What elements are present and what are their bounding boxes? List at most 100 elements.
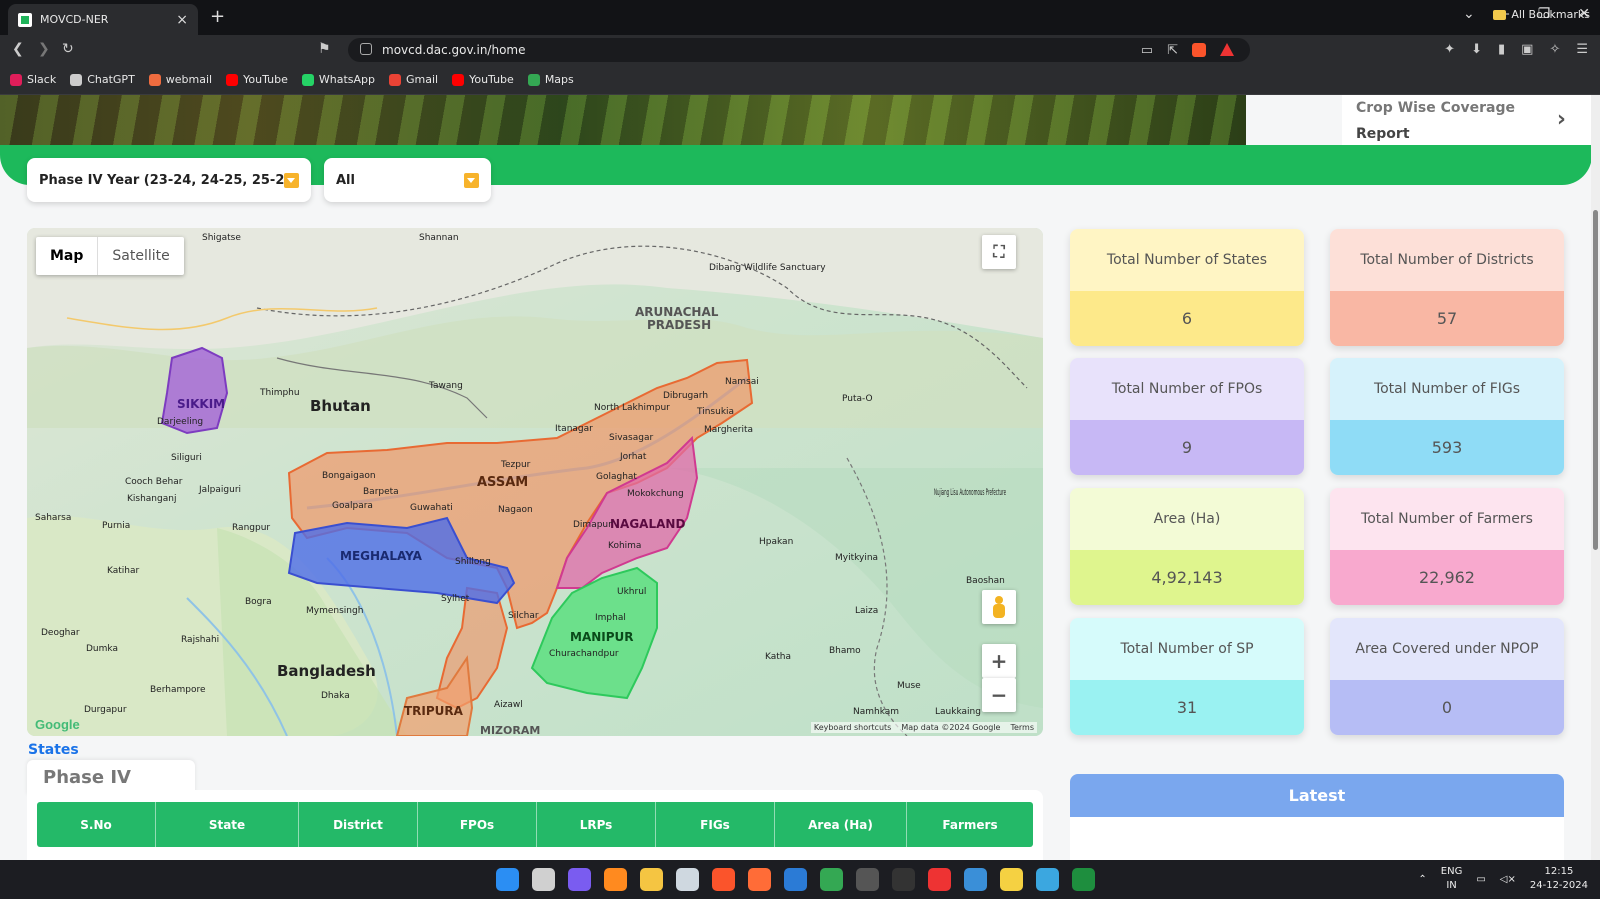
bookmark-label: YouTube — [469, 73, 514, 86]
leo-icon[interactable]: ✧ — [1549, 42, 1560, 57]
bookmark-item[interactable]: Slack — [10, 73, 56, 86]
latest-panel: Latest — [1070, 774, 1564, 860]
cast-icon[interactable]: ▭ — [1141, 43, 1153, 58]
map-label-kishanganj: Kishanganj — [127, 494, 176, 504]
language-indicator[interactable]: ENG IN — [1441, 865, 1463, 893]
map-label-tezpur: Tezpur — [500, 460, 531, 470]
firefox-icon[interactable] — [604, 868, 627, 891]
column-header[interactable]: S.No — [37, 802, 156, 847]
keyboard-shortcuts-link[interactable]: Keyboard shortcuts — [814, 723, 891, 732]
network-icon[interactable]: ▭ — [1476, 874, 1485, 885]
clock-time: 12:15 — [1544, 866, 1574, 877]
zoom-in-button[interactable]: + — [982, 644, 1016, 678]
back-icon[interactable]: ❮ — [12, 41, 24, 57]
stat-value: 31 — [1070, 680, 1304, 735]
brave-icon[interactable] — [712, 868, 735, 891]
map-label-muse: Muse — [897, 681, 921, 691]
crop-wise-coverage-report-card[interactable]: Crop Wise Coverage Report › — [1342, 95, 1592, 145]
notepad-icon[interactable] — [1036, 868, 1059, 891]
downloads-icon[interactable]: ⬇ — [1471, 42, 1482, 57]
excel-icon[interactable] — [1072, 868, 1095, 891]
clock-app-icon[interactable] — [676, 868, 699, 891]
brave-rewards-icon[interactable] — [1220, 43, 1234, 56]
clock[interactable]: 12:15 24-12-2024 — [1530, 865, 1588, 893]
reload-icon[interactable]: ↻ — [62, 41, 74, 57]
menu-icon[interactable]: ☰ — [1576, 42, 1588, 57]
bookmark-item[interactable]: Maps — [527, 73, 574, 86]
bookmark-item[interactable]: WhatsApp — [301, 73, 375, 86]
site-info-icon[interactable] — [360, 43, 372, 55]
chrome-icon[interactable] — [820, 868, 843, 891]
street-view-pegman-icon[interactable] — [982, 590, 1016, 624]
column-header[interactable]: Area (Ha) — [775, 802, 907, 847]
start-icon[interactable] — [496, 868, 519, 891]
bookmark-item[interactable]: YouTube — [226, 73, 288, 86]
map-label-shillong: Shillong — [455, 557, 491, 567]
bookmark-item[interactable]: webmail — [148, 73, 212, 86]
map-label-darjeeling: Darjeeling — [157, 417, 203, 427]
task-view-icon[interactable] — [532, 868, 555, 891]
bookmark-label: ChatGPT — [87, 73, 135, 86]
page-scrollbar[interactable] — [1591, 95, 1600, 860]
zoom-out-button[interactable]: − — [982, 678, 1016, 712]
terms-link[interactable]: Terms — [1010, 723, 1034, 732]
column-header[interactable]: FIGs — [656, 802, 775, 847]
chrome-canary-icon[interactable] — [1000, 868, 1023, 891]
sidebar-icon[interactable]: ▮ — [1498, 42, 1505, 57]
column-header[interactable]: District — [299, 802, 418, 847]
map-view-button[interactable]: Map — [36, 237, 99, 275]
map-label-tawang: Tawang — [428, 381, 463, 391]
show-hidden-icons-icon[interactable]: ⌃ — [1418, 874, 1426, 885]
tab-search-icon[interactable]: ⌄ — [1463, 6, 1475, 22]
map-label-aizawl: Aizawl — [494, 700, 523, 710]
satellite-view-button[interactable]: Satellite — [98, 237, 183, 275]
bookmark-item[interactable]: Gmail — [388, 73, 438, 86]
volume-muted-icon[interactable]: ◁× — [1500, 874, 1516, 885]
region-label: IN — [1446, 880, 1457, 891]
stat-label: Total Number of FIGs — [1330, 358, 1564, 420]
map-label-arunachal1: ARUNACHAL — [635, 305, 719, 319]
copilot-icon[interactable] — [568, 868, 591, 891]
stat-label: Area Covered under NPOP — [1330, 618, 1564, 680]
file-explorer-icon[interactable] — [640, 868, 663, 891]
state-dropdown[interactable]: All — [324, 158, 491, 202]
wallet-icon[interactable]: ▣ — [1521, 42, 1533, 57]
states-table: S.No State District FPOs LRPs FIGs Area (Ha) Fa… — [27, 790, 1043, 860]
map-label-namhkam: Namhkam — [853, 707, 899, 717]
column-header[interactable]: LRPs — [537, 802, 656, 847]
terminal-icon[interactable] — [892, 868, 915, 891]
brave-shields-icon[interactable] — [1192, 43, 1206, 57]
share-icon[interactable]: ⇱ — [1167, 43, 1178, 58]
network-app-icon[interactable] — [964, 868, 987, 891]
fullscreen-icon[interactable]: ⛶ — [982, 235, 1016, 269]
new-tab-button[interactable]: + — [210, 6, 225, 27]
bookmark-item[interactable]: ChatGPT — [70, 73, 135, 86]
browser-tab[interactable]: MOVCD-NER × — [8, 4, 198, 35]
bookmark-icon[interactable]: ⚑ — [318, 41, 331, 57]
bookmark-item[interactable]: YouTube — [452, 73, 514, 86]
postman-icon[interactable] — [748, 868, 771, 891]
address-bar[interactable]: movcd.dac.gov.in/home ▭ ⇱ — [348, 38, 1250, 62]
close-tab-icon[interactable]: × — [176, 12, 188, 28]
states-link[interactable]: States — [28, 742, 79, 758]
map-label-myitkyina: Myitkyina — [835, 553, 878, 563]
brave-beta-icon[interactable] — [928, 868, 951, 891]
map-label-mymensingh: Mymensingh — [306, 606, 363, 616]
map-label-jorhat: Jorhat — [619, 452, 647, 462]
all-bookmarks-button[interactable]: All Bookmarks — [1493, 8, 1590, 21]
forward-icon[interactable]: ❯ — [38, 41, 50, 57]
phase-year-dropdown[interactable]: Phase IV Year (23-24, 24-25, 25-26) — [27, 158, 311, 202]
column-header[interactable]: Farmers — [907, 802, 1033, 847]
map-label-durgapur: Durgapur — [84, 705, 127, 715]
navigation-bar: ❮ ❯ ↻ ⚑ movcd.dac.gov.in/home ▭ ⇱ ✦ ⬇ ▮ … — [0, 35, 1600, 65]
column-header[interactable]: FPOs — [418, 802, 537, 847]
vscode-icon[interactable] — [784, 868, 807, 891]
map-label-katha: Katha — [765, 652, 791, 662]
stat-value: 6 — [1070, 291, 1304, 346]
vnc-icon[interactable] — [856, 868, 879, 891]
extensions-icon[interactable]: ✦ — [1444, 42, 1455, 57]
map-label-meghalaya: MEGHALAYA — [340, 549, 423, 563]
phase-year-value: Phase IV Year (23-24, 24-25, 25-26) — [39, 172, 300, 188]
column-header[interactable]: State — [156, 802, 299, 847]
google-map[interactable]: SIKKIM Bhutan ARUNACHAL PRADESH ASSAM ME… — [27, 228, 1043, 736]
